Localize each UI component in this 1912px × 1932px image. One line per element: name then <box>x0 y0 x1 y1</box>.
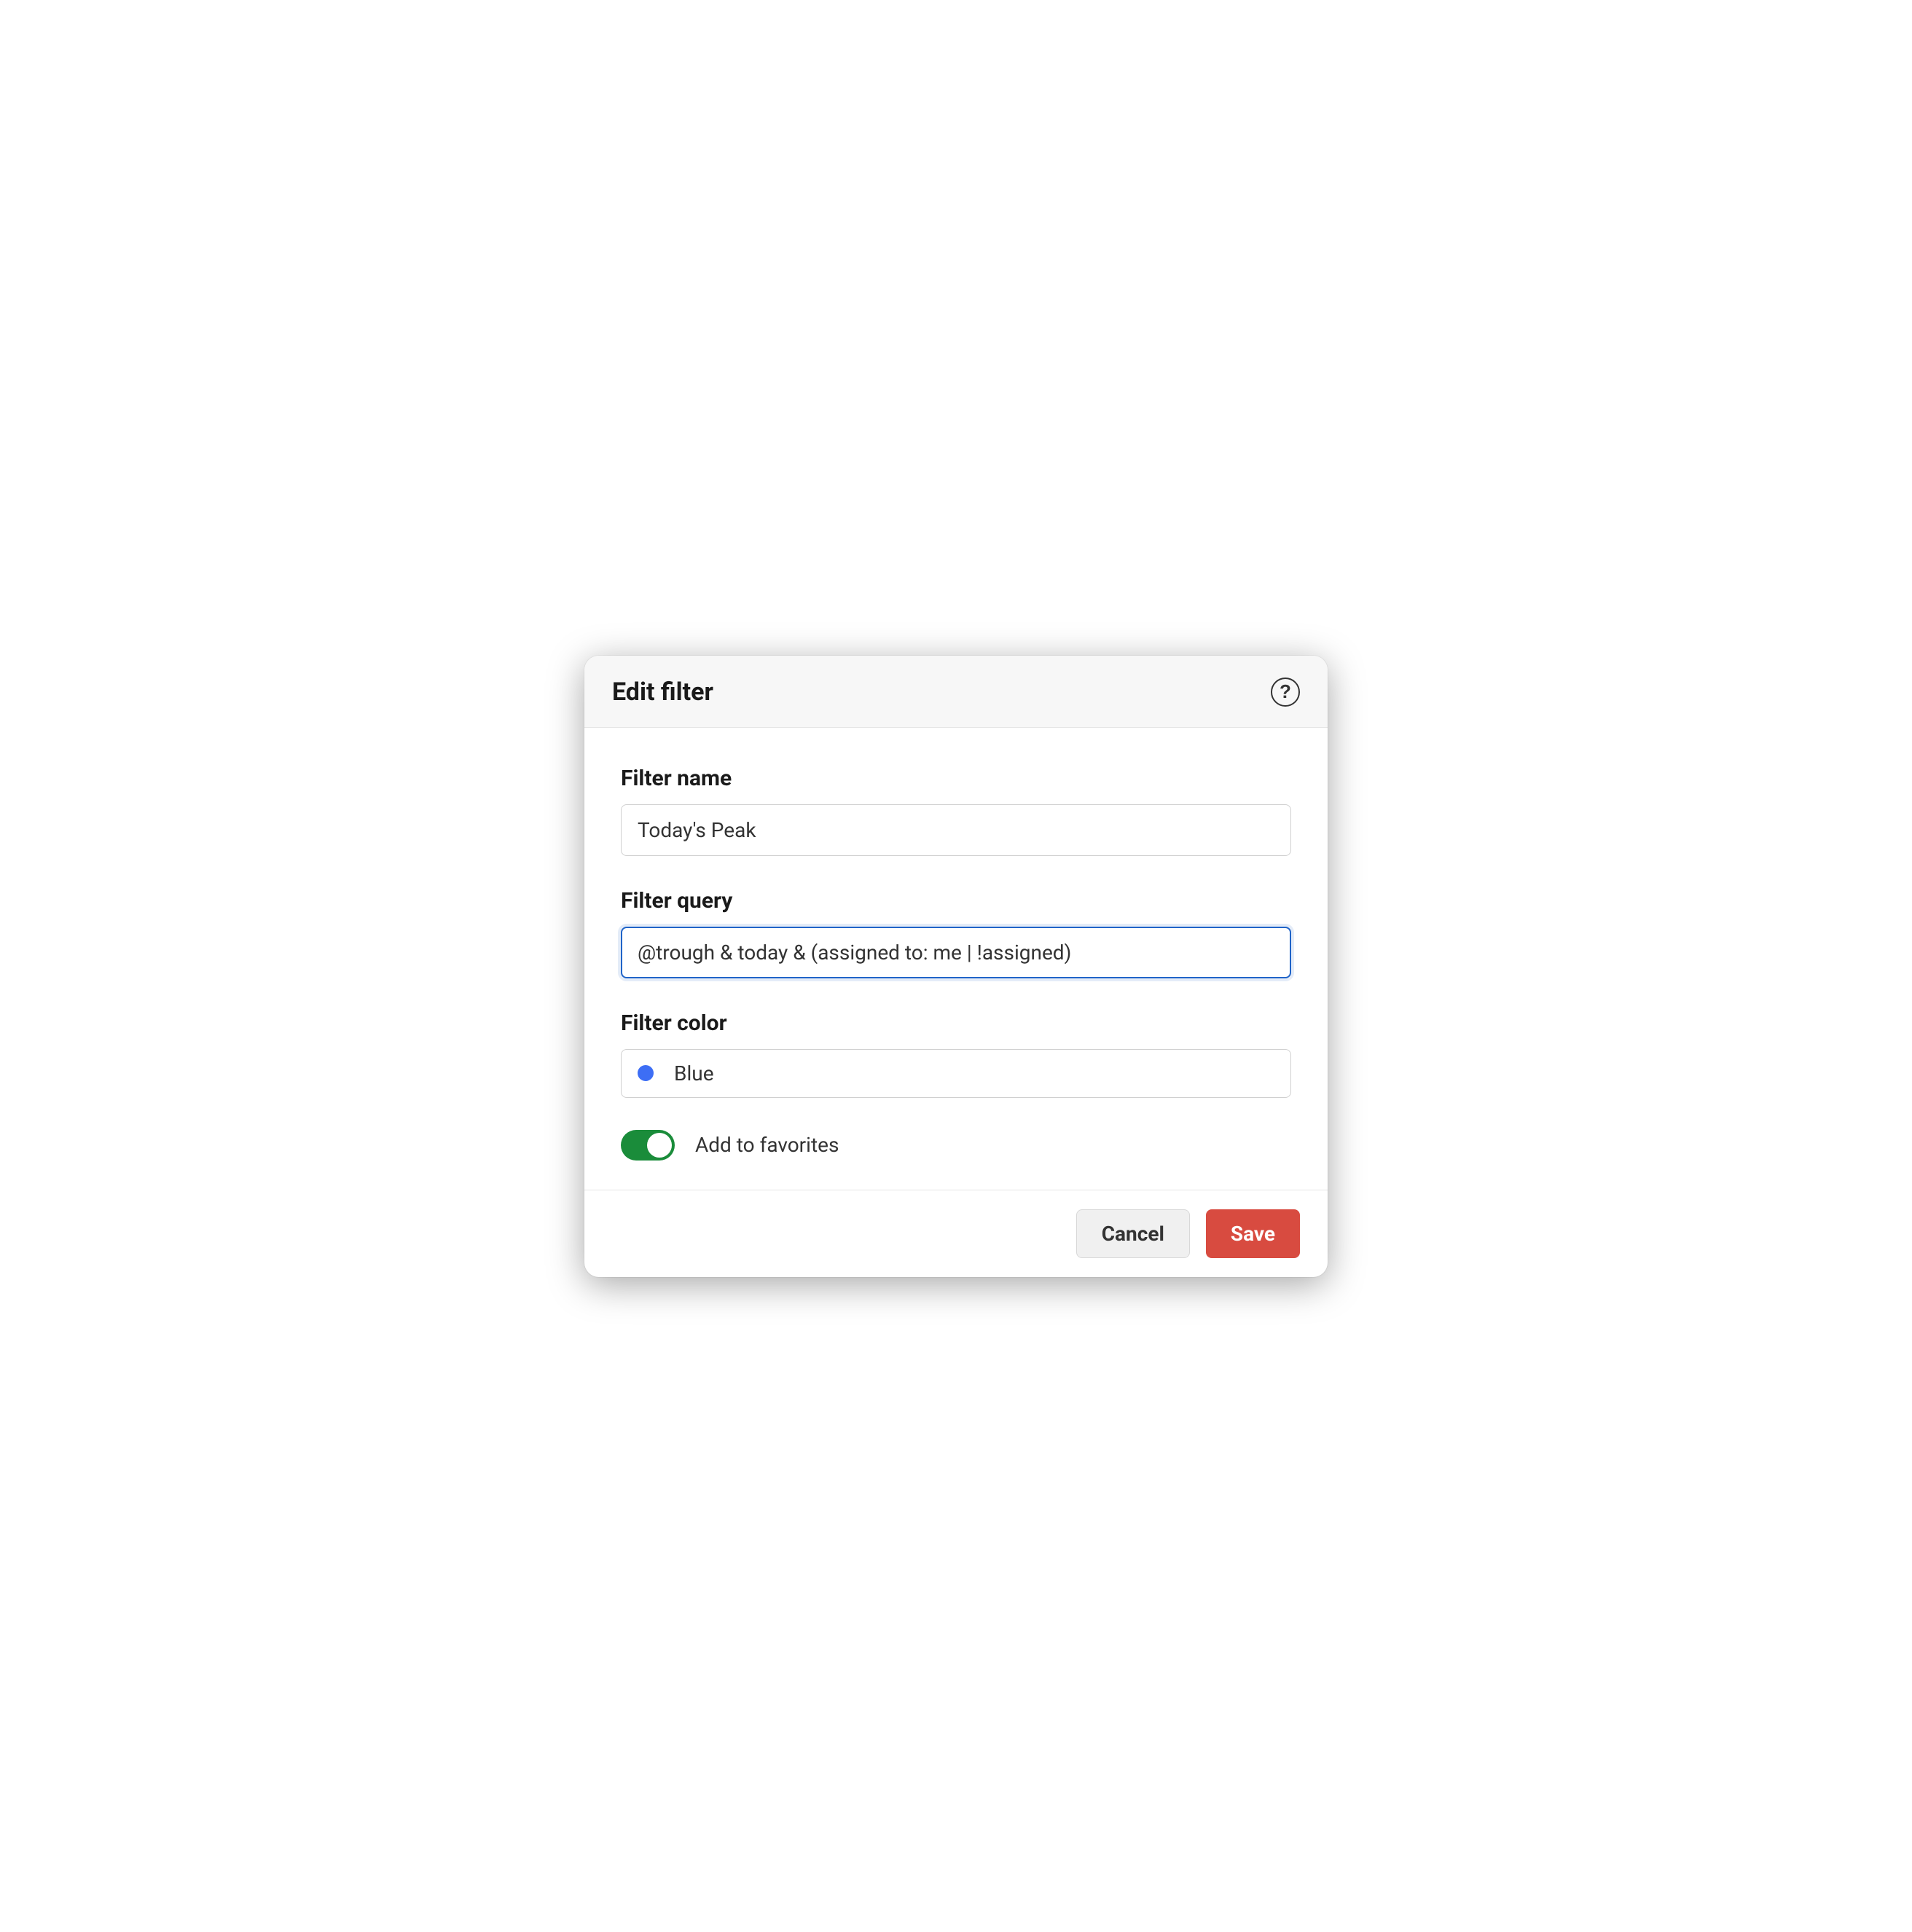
filter-color-value: Blue <box>674 1061 714 1085</box>
filter-name-group: Filter name <box>621 766 1291 856</box>
dialog-footer: Cancel Save <box>584 1190 1328 1277</box>
edit-filter-dialog: Edit filter ? Filter name Filter query F… <box>584 656 1328 1277</box>
dialog-body: Filter name Filter query Filter color Bl… <box>584 728 1328 1190</box>
filter-query-group: Filter query <box>621 888 1291 978</box>
help-icon[interactable]: ? <box>1271 678 1300 707</box>
filter-name-input[interactable] <box>621 804 1291 856</box>
filter-query-input[interactable] <box>621 927 1291 978</box>
dialog-header: Edit filter ? <box>584 656 1328 728</box>
save-button[interactable]: Save <box>1206 1209 1300 1258</box>
filter-query-label: Filter query <box>621 888 1291 914</box>
toggle-knob-icon <box>647 1133 672 1158</box>
filter-name-label: Filter name <box>621 766 1291 791</box>
favorites-row: Add to favorites <box>621 1130 1291 1161</box>
favorites-toggle[interactable] <box>621 1130 675 1161</box>
dialog-title: Edit filter <box>612 678 713 707</box>
filter-color-label: Filter color <box>621 1010 1291 1036</box>
filter-color-group: Filter color Blue <box>621 1010 1291 1098</box>
color-dot-icon <box>638 1065 654 1081</box>
filter-color-select[interactable]: Blue <box>621 1049 1291 1098</box>
cancel-button[interactable]: Cancel <box>1076 1209 1190 1258</box>
favorites-label: Add to favorites <box>695 1133 839 1157</box>
